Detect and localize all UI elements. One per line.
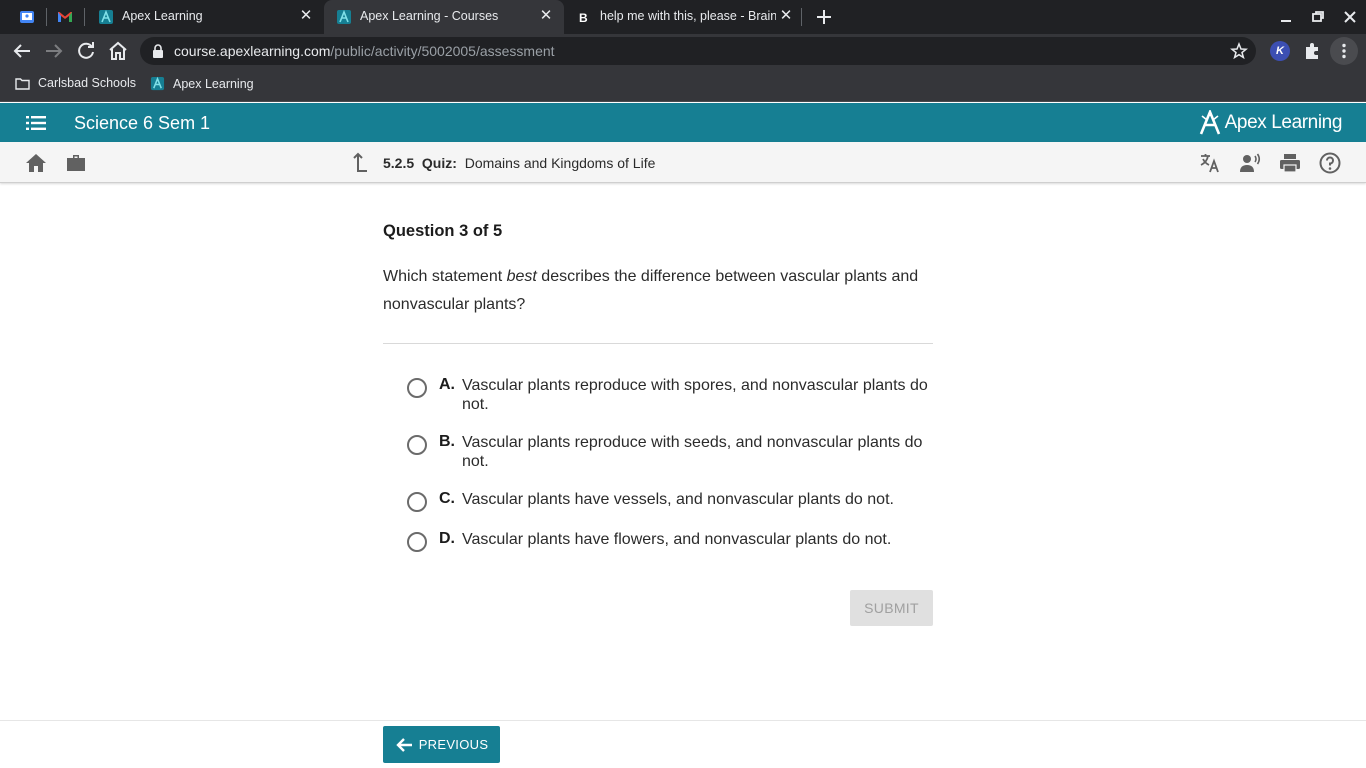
minimize-icon[interactable] [1275, 6, 1297, 28]
question-text: Which statement best describes the diffe… [383, 268, 919, 313]
tab-apex-learning[interactable]: Apex Learning ✕ [86, 0, 322, 34]
option-letter: A. [439, 376, 455, 393]
previous-label: PREVIOUS [418, 737, 489, 752]
tab-brainly[interactable]: B help me with this, please - Brainly ✕ [564, 0, 800, 34]
apex-favicon-icon [337, 9, 351, 24]
breadcrumb: 5.2.5 Quiz: Domains and Kingdoms of Life [383, 155, 655, 171]
browser-tab-strip: Apex Learning ✕ Apex Learning - Courses … [0, 0, 1366, 34]
bookmark-star-icon[interactable] [1230, 42, 1248, 60]
home-icon[interactable] [106, 39, 130, 63]
help-icon[interactable] [1319, 152, 1341, 174]
question-emphasis: best [506, 268, 537, 285]
activity-number: 5.2.5 [383, 155, 415, 171]
up-arrow-icon[interactable] [347, 152, 369, 174]
apex-favicon-icon [150, 76, 165, 91]
activity-title: Domains and Kingdoms of Life [464, 155, 656, 171]
home-icon[interactable] [25, 152, 47, 174]
previous-button[interactable]: PREVIOUS [383, 726, 500, 763]
back-arrow-icon[interactable] [10, 39, 34, 63]
extension-k-icon[interactable]: K [1270, 41, 1290, 61]
option-text: Vascular plants have vessels, and nonvas… [462, 491, 894, 508]
forward-arrow-icon[interactable] [42, 39, 66, 63]
url-text: course.apexlearning.com/public/activity/… [174, 43, 555, 59]
browser-menu-button[interactable] [1330, 37, 1358, 65]
brand-name: Apex Learning [1224, 112, 1343, 133]
tab-title: help me with this, please - Brainly [600, 9, 776, 23]
footer-bar: PREVIOUS [0, 720, 1366, 768]
submit-button[interactable]: SUBMIT [850, 590, 933, 626]
window-close-icon[interactable] [1339, 6, 1361, 28]
more-vert-icon [1342, 43, 1346, 59]
option-text: Vascular plants reproduce with seeds, an… [462, 434, 923, 470]
apex-logo: Apex Learning [1199, 110, 1342, 136]
bookmark-carlsbad-schools[interactable]: Carlsbad Schools [15, 76, 136, 90]
lock-icon [153, 44, 163, 58]
tab-title: Apex Learning - Courses [360, 9, 499, 23]
translate-icon[interactable] [1199, 152, 1221, 174]
text-to-speech-icon[interactable] [1239, 152, 1261, 174]
tab-title: Apex Learning [122, 9, 203, 23]
folder-icon [15, 77, 30, 90]
option-letter: B. [439, 433, 455, 450]
svg-text:B: B [579, 11, 588, 25]
option-text: Vascular plants reproduce with spores, a… [462, 377, 928, 413]
extensions-puzzle-icon[interactable] [1302, 41, 1322, 61]
close-icon[interactable]: ✕ [538, 8, 554, 24]
radio-button[interactable] [407, 532, 427, 552]
arrow-left-icon [396, 737, 412, 752]
reload-icon[interactable] [74, 39, 98, 63]
activity-toolbar: 5.2.5 Quiz: Domains and Kingdoms of Life [0, 142, 1366, 183]
question-counter: Question 3 of 5 [383, 222, 503, 240]
print-icon[interactable] [1279, 152, 1301, 174]
radio-button[interactable] [407, 435, 427, 455]
gmail-icon [58, 12, 72, 22]
radio-button[interactable] [407, 492, 427, 512]
briefcase-icon[interactable] [65, 152, 87, 174]
list-menu-icon[interactable] [26, 115, 46, 131]
bookmark-apex-learning[interactable]: Apex Learning [150, 76, 254, 91]
apex-favicon-icon [99, 9, 113, 24]
browser-toolbar: course.apexlearning.com/public/activity/… [0, 34, 1366, 68]
address-bar[interactable]: course.apexlearning.com/public/activity/… [140, 37, 1256, 65]
tab-gmail[interactable] [48, 0, 82, 34]
option-letter: C. [439, 490, 455, 507]
bookmarks-bar: Carlsbad Schools Apex Learning [0, 68, 1366, 102]
google-classroom-icon [20, 11, 34, 23]
apex-logo-icon [1199, 110, 1220, 135]
tab-apex-courses[interactable]: Apex Learning - Courses ✕ [324, 0, 564, 34]
bookmark-label: Apex Learning [173, 76, 254, 91]
restore-icon[interactable] [1307, 6, 1329, 28]
course-title: Science 6 Sem 1 [74, 113, 211, 133]
radio-button[interactable] [407, 378, 427, 398]
question-divider [383, 343, 933, 344]
close-icon[interactable]: ✕ [778, 8, 794, 24]
option-letter: D. [439, 530, 455, 547]
activity-type: Quiz: [421, 155, 457, 171]
new-tab-icon[interactable] [815, 8, 833, 26]
question-panel: Question 3 of 5 Which statement best des… [383, 222, 933, 344]
bookmark-label: Carlsbad Schools [38, 76, 136, 90]
app-header: Science 6 Sem 1 Apex Learning [0, 103, 1366, 142]
brainly-favicon-icon: B [579, 11, 588, 25]
tab-classroom[interactable] [10, 0, 44, 34]
option-text: Vascular plants have flowers, and nonvas… [462, 531, 892, 548]
close-icon[interactable]: ✕ [298, 8, 314, 24]
